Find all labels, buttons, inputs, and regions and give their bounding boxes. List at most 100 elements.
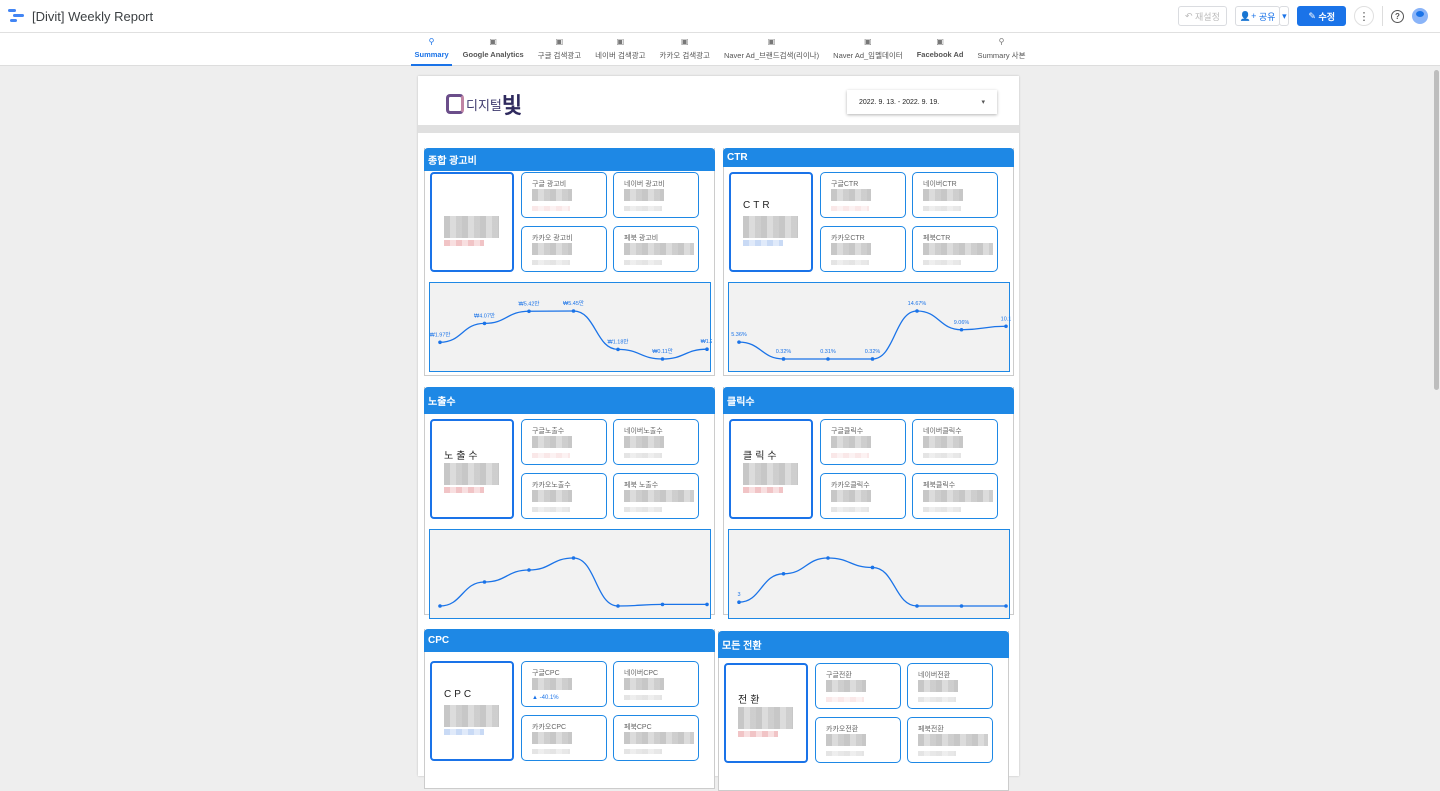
- kpi-scorecard[interactable]: [430, 172, 514, 272]
- scorecard-card[interactable]: 페북 노출수: [613, 473, 699, 519]
- scorecard-card[interactable]: 페북전환: [907, 717, 993, 763]
- tab-6[interactable]: ▣ Naver Ad_임멜데이터: [826, 33, 910, 65]
- data-point[interactable]: [959, 604, 964, 608]
- kpi-scorecard[interactable]: CTR: [729, 172, 813, 272]
- scorecard-card[interactable]: 네이버노출수: [613, 419, 699, 465]
- scorecard-card[interactable]: 카카오노출수: [521, 473, 607, 519]
- scorecard-card[interactable]: 구글클릭수: [820, 419, 906, 465]
- share-button[interactable]: 👤+ 공유: [1234, 6, 1281, 26]
- scorecard-card[interactable]: 페북CPC: [613, 715, 699, 761]
- redacted-sub: [624, 695, 662, 700]
- tab-8[interactable]: ⚲ Summary 사본: [971, 33, 1033, 65]
- scorecard-card[interactable]: 구글 광고비: [521, 172, 607, 218]
- data-point[interactable]: [705, 347, 709, 352]
- data-point[interactable]: [915, 604, 919, 608]
- redacted-delta: [743, 487, 783, 493]
- scorecard-card[interactable]: 네이버CPC: [613, 661, 699, 707]
- data-point[interactable]: [826, 357, 830, 361]
- data-point[interactable]: [737, 340, 741, 344]
- scorecard-card[interactable]: 카카오 광고비: [521, 226, 607, 272]
- tab-0[interactable]: ⚲ Summary: [407, 33, 455, 66]
- panel-2: 노출수 노출수 구글노출수 네이버노출수 카카오노출수 페북 노출수: [424, 387, 715, 619]
- kpi-scorecard[interactable]: 클릭수: [729, 419, 813, 519]
- scorecard-card[interactable]: 카카오클릭수: [820, 473, 906, 519]
- scorecard-card[interactable]: 네이버CTR: [912, 172, 998, 218]
- panel-title: 종합 광고비: [424, 148, 715, 171]
- redacted-sub: [923, 507, 961, 512]
- kpi-scorecard[interactable]: 노출수: [430, 419, 514, 519]
- data-point[interactable]: [826, 556, 830, 560]
- scorecard-card[interactable]: 구글전환: [815, 663, 901, 709]
- redacted-sub: [923, 453, 961, 458]
- panel-title: CPC: [424, 629, 715, 652]
- redacted-value: [532, 189, 572, 201]
- data-point[interactable]: [1004, 324, 1008, 329]
- tab-label: Naver Ad_브랜드검색(리이나): [723, 51, 820, 60]
- data-point[interactable]: [870, 565, 875, 570]
- panel-4: CPC CPC 구글CPC ▲ -40.1% 네이버CPC 카카오CPC 페북CPC: [424, 629, 715, 789]
- data-point[interactable]: [1004, 604, 1008, 608]
- data-point[interactable]: [959, 327, 964, 332]
- scorecard-card[interactable]: 네이버클릭수: [912, 419, 998, 465]
- data-point[interactable]: [781, 571, 786, 576]
- tab-7[interactable]: ▣ Facebook Ad: [910, 33, 971, 65]
- redacted-sub: [532, 260, 570, 265]
- scorecard-card[interactable]: 페북클릭수: [912, 473, 998, 519]
- looker-studio-logo-icon[interactable]: [8, 9, 24, 23]
- tab-label: Summary 사본: [977, 51, 1026, 60]
- card-label: 구글클릭수: [831, 428, 864, 435]
- data-point[interactable]: [660, 357, 665, 361]
- date-range-value: 2022. 9. 13. - 2022. 9. 19.: [859, 98, 940, 106]
- data-point[interactable]: [915, 309, 919, 313]
- scorecard-card[interactable]: 구글CTR: [820, 172, 906, 218]
- data-point[interactable]: [781, 357, 786, 361]
- help-icon[interactable]: ?: [1391, 9, 1404, 23]
- data-point[interactable]: [870, 357, 875, 361]
- scorecard-card[interactable]: 페북 광고비: [613, 226, 699, 272]
- scorecard-card[interactable]: 카카오전환: [815, 717, 901, 763]
- data-point[interactable]: [438, 604, 442, 608]
- tab-5[interactable]: ▣ Naver Ad_브랜드검색(리이나): [717, 33, 826, 65]
- scorecard-card[interactable]: 페북CTR: [912, 226, 998, 272]
- data-label: ₩5.45만: [563, 299, 584, 307]
- kpi-scorecard[interactable]: 전환: [724, 663, 808, 763]
- data-point[interactable]: [527, 309, 531, 314]
- data-point[interactable]: [705, 602, 709, 607]
- data-point[interactable]: [482, 580, 487, 584]
- share-dropdown-button[interactable]: ▾: [1279, 6, 1290, 26]
- card-label: 카카오전환: [826, 726, 859, 733]
- reset-button[interactable]: ↶ 재설정: [1177, 6, 1227, 26]
- panel-title: 노출수: [424, 387, 715, 414]
- scorecard-card[interactable]: 네이버전환: [907, 663, 993, 709]
- data-point[interactable]: [616, 604, 620, 608]
- data-point[interactable]: [571, 309, 576, 313]
- tab-4[interactable]: ▣ 카카오 검색광고: [653, 33, 717, 65]
- scorecard-card[interactable]: 네이버 광고비: [613, 172, 699, 218]
- scorecard-card[interactable]: 구글노출수: [521, 419, 607, 465]
- kpi-label: CPC: [444, 689, 475, 700]
- scrollbar[interactable]: [1434, 70, 1439, 390]
- data-point[interactable]: [660, 602, 665, 607]
- edit-button[interactable]: ✎ 수정: [1297, 6, 1346, 26]
- data-point[interactable]: [616, 347, 620, 352]
- data-point[interactable]: [438, 340, 442, 345]
- tab-3[interactable]: ▣ 네이버 검색광고: [588, 33, 652, 65]
- data-point[interactable]: [571, 556, 576, 560]
- tab-2[interactable]: ▣ 구글 검색광고: [531, 33, 588, 65]
- tab-1[interactable]: ▣ Google Analytics: [456, 33, 531, 65]
- redacted-value: [624, 678, 664, 690]
- data-point[interactable]: [737, 600, 741, 605]
- data-point[interactable]: [527, 568, 531, 572]
- series-line: [439, 557, 707, 607]
- scorecard-card[interactable]: 카카오CTR: [820, 226, 906, 272]
- kpi-scorecard[interactable]: CPC: [430, 661, 514, 761]
- date-range-selector[interactable]: 2022. 9. 13. - 2022. 9. 19. ▾: [847, 90, 997, 114]
- redacted-sub: [532, 453, 570, 458]
- scorecard-card[interactable]: 구글CPC ▲ -40.1%: [521, 661, 607, 707]
- more-vert-icon[interactable]: ⋮: [1354, 6, 1374, 26]
- scorecard-card[interactable]: 카카오CPC: [521, 715, 607, 761]
- page-icon: ▣: [936, 37, 944, 46]
- data-point[interactable]: [482, 321, 487, 326]
- avatar[interactable]: [1412, 8, 1428, 24]
- report-title[interactable]: [Divit] Weekly Report: [32, 9, 153, 24]
